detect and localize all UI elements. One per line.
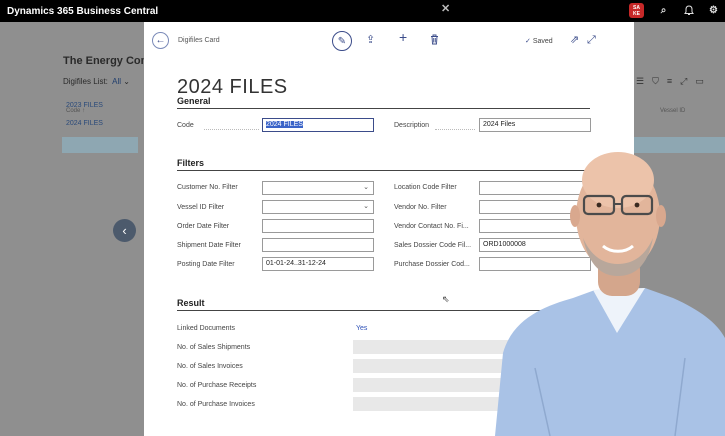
purchase-dossier-filter-label: Purchase Dossier Cod... bbox=[394, 261, 470, 268]
column-header-vessel[interactable]: Vessel ID bbox=[660, 108, 685, 114]
table-row[interactable]: 2023 FILES bbox=[66, 102, 103, 109]
section-filters-heading[interactable]: Filters bbox=[177, 158, 204, 168]
description-field[interactable]: 2024 Files bbox=[479, 118, 591, 132]
code-field[interactable]: 2024 FILES bbox=[262, 118, 374, 132]
search-icon[interactable]: ⌕ bbox=[658, 5, 669, 16]
filter-icon[interactable]: ⛉ bbox=[652, 76, 659, 87]
edit-button[interactable]: ✎ bbox=[332, 31, 352, 51]
section-general-heading[interactable]: General bbox=[177, 96, 211, 106]
minimize-icon[interactable]: ▭ bbox=[695, 76, 704, 87]
vessel-id-filter-field[interactable]: ⌄ bbox=[262, 200, 374, 214]
posting-date-filter-field[interactable]: 01-01-24..31-12-24 bbox=[262, 257, 374, 271]
list-label: Digifiles List: All ⌄ bbox=[63, 77, 130, 86]
section-result-heading[interactable]: Result bbox=[177, 298, 205, 308]
gear-icon[interactable]: ⚙ bbox=[708, 5, 719, 16]
leader-dots bbox=[204, 129, 259, 130]
topbar-actions: SA KE ⌕ ⚙ bbox=[629, 3, 719, 18]
app-title: Dynamics 365 Business Central bbox=[7, 5, 159, 17]
breadcrumb: Digifiles Card bbox=[178, 37, 220, 44]
customer-no-filter-field[interactable]: ⌄ bbox=[262, 181, 374, 195]
order-date-filter-label: Order Date Filter bbox=[177, 223, 230, 230]
open-new-window-icon[interactable]: ⇗ bbox=[570, 34, 579, 46]
sales-invoices-label: No. of Sales Invoices bbox=[177, 363, 243, 370]
order-date-filter-field[interactable] bbox=[262, 219, 374, 233]
chevron-down-icon: ⌄ bbox=[123, 77, 130, 86]
vessel-id-filter-label: Vessel ID Filter bbox=[177, 204, 225, 211]
avatar[interactable]: SA KE bbox=[629, 3, 644, 18]
purchase-invoices-label: No. of Purchase Invoices bbox=[177, 401, 255, 408]
share-icon[interactable]: ⇪ bbox=[366, 34, 375, 46]
saved-status: ✓ Saved bbox=[525, 38, 553, 45]
chevron-down-icon: ⌄ bbox=[363, 184, 369, 191]
delete-icon[interactable] bbox=[430, 34, 439, 48]
top-bar: Dynamics 365 Business Central ✕ SA KE ⌕ ⚙ bbox=[0, 0, 725, 22]
chevron-left-icon: ‹ bbox=[122, 223, 127, 238]
checkmark-icon: ✓ bbox=[525, 38, 531, 45]
back-button[interactable]: ← bbox=[152, 32, 169, 49]
posting-date-filter-label: Posting Date Filter bbox=[177, 261, 235, 268]
share-icon[interactable]: ☰ bbox=[636, 76, 644, 87]
description-label: Description bbox=[394, 122, 430, 129]
vendor-contact-filter-label: Vendor Contact No. Fi... bbox=[394, 223, 469, 230]
list-toolbar: ☰ ⛉ ≡ ⤢ ▭ bbox=[636, 76, 704, 87]
shipment-date-filter-field[interactable] bbox=[262, 238, 374, 252]
previous-record-button[interactable]: ‹ bbox=[113, 219, 136, 242]
code-label: Code bbox=[177, 122, 194, 129]
sales-dossier-filter-label: Sales Dossier Code Fil... bbox=[394, 242, 472, 249]
pencil-icon: ✎ bbox=[337, 35, 347, 47]
expand-icon[interactable]: ⤢ bbox=[680, 76, 687, 87]
list-icon[interactable]: ≡ bbox=[667, 76, 672, 87]
location-code-filter-label: Location Code Filter bbox=[394, 184, 457, 191]
customer-no-filter-label: Customer No. Filter bbox=[177, 184, 238, 191]
linked-documents-value[interactable]: Yes bbox=[356, 325, 367, 332]
vendor-no-filter-label: Vendor No. Filter bbox=[394, 204, 447, 211]
leader-dots bbox=[435, 129, 475, 130]
mouse-cursor-icon: ⇖ bbox=[442, 294, 450, 304]
expand-icon[interactable]: ⤢ bbox=[587, 34, 596, 46]
purchase-receipts-label: No. of Purchase Receipts bbox=[177, 382, 257, 389]
selected-row-highlight bbox=[62, 137, 138, 153]
chevron-down-icon: ⌄ bbox=[363, 203, 369, 210]
arrow-left-icon: ← bbox=[155, 35, 166, 46]
presenter-webcam-image bbox=[495, 152, 725, 436]
close-icon[interactable]: ✕ bbox=[441, 2, 450, 15]
add-icon[interactable]: + bbox=[399, 30, 407, 44]
table-row[interactable]: 2024 FILES bbox=[66, 120, 103, 127]
sales-shipments-label: No. of Sales Shipments bbox=[177, 344, 251, 351]
linked-documents-label: Linked Documents bbox=[177, 325, 235, 332]
list-filter[interactable]: All bbox=[112, 77, 121, 86]
card-header: ← Digifiles Card ✎ ⇪ + ✓ Saved ⇗ ⤢ bbox=[144, 22, 634, 60]
bell-icon[interactable] bbox=[683, 5, 694, 16]
shipment-date-filter-label: Shipment Date Filter bbox=[177, 242, 241, 249]
page-title: The Energy Comp bbox=[63, 55, 158, 67]
divider bbox=[177, 108, 590, 109]
